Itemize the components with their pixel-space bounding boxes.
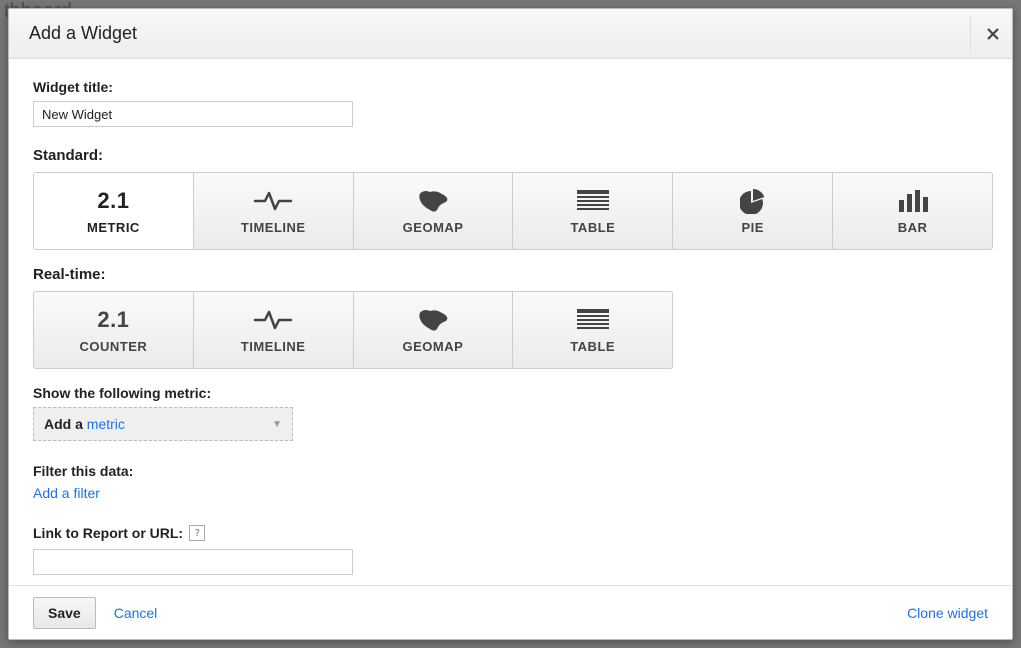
type-label: GEOMAP bbox=[403, 220, 464, 235]
close-icon bbox=[986, 27, 1000, 41]
widget-title-label: Widget title: bbox=[33, 79, 988, 95]
realtime-type-selector: 2.1 COUNTER TIMELINE GEOMAP TABLE bbox=[33, 291, 673, 369]
widget-title-input[interactable] bbox=[33, 101, 353, 127]
pie-icon bbox=[740, 188, 766, 214]
link-url-input[interactable] bbox=[33, 549, 353, 575]
add-metric-link-text: metric bbox=[87, 416, 125, 432]
modal-header: Add a Widget bbox=[9, 9, 1012, 59]
add-widget-modal: Add a Widget Widget title: Standard: 2.1… bbox=[8, 8, 1013, 640]
type-label: TABLE bbox=[570, 220, 615, 235]
standard-type-metric[interactable]: 2.1 METRIC bbox=[34, 173, 193, 249]
table-icon bbox=[577, 190, 609, 212]
standard-type-table[interactable]: TABLE bbox=[512, 173, 672, 249]
modal-body: Widget title: Standard: 2.1 METRIC TIMELIN… bbox=[9, 59, 1012, 585]
chevron-down-icon: ▼ bbox=[272, 419, 282, 430]
standard-label: Standard: bbox=[33, 147, 988, 164]
geomap-icon bbox=[416, 307, 450, 333]
close-button[interactable] bbox=[970, 16, 1006, 52]
realtime-type-counter[interactable]: 2.1 COUNTER bbox=[34, 292, 193, 368]
modal-title: Add a Widget bbox=[29, 23, 137, 44]
type-label: PIE bbox=[741, 220, 763, 235]
realtime-type-table[interactable]: TABLE bbox=[512, 292, 672, 368]
table-icon bbox=[577, 309, 609, 331]
metric-number-icon: 2.1 bbox=[97, 188, 129, 214]
standard-type-selector: 2.1 METRIC TIMELINE GEOMAP TABLE PIE BAR bbox=[33, 172, 993, 250]
realtime-type-timeline[interactable]: TIMELINE bbox=[193, 292, 353, 368]
timeline-icon bbox=[253, 189, 293, 213]
realtime-label: Real-time: bbox=[33, 266, 988, 283]
type-label: BAR bbox=[898, 220, 928, 235]
standard-type-timeline[interactable]: TIMELINE bbox=[193, 173, 353, 249]
type-label: TIMELINE bbox=[241, 220, 306, 235]
type-label: METRIC bbox=[87, 220, 140, 235]
realtime-type-geomap[interactable]: GEOMAP bbox=[353, 292, 513, 368]
type-label: TIMELINE bbox=[241, 339, 306, 354]
save-button[interactable]: Save bbox=[33, 597, 96, 629]
add-filter-button[interactable]: Add a filter bbox=[33, 485, 100, 501]
add-metric-prefix: Add a bbox=[44, 416, 87, 432]
type-label: GEOMAP bbox=[402, 339, 463, 354]
bar-icon bbox=[897, 190, 929, 212]
add-metric-dropdown[interactable]: Add a metric ▼ bbox=[33, 407, 293, 441]
metric-number-icon: 2.1 bbox=[97, 307, 129, 333]
type-label: TABLE bbox=[570, 339, 615, 354]
metric-section-label: Show the following metric: bbox=[33, 385, 988, 401]
filter-section-label: Filter this data: bbox=[33, 463, 988, 479]
standard-type-bar[interactable]: BAR bbox=[832, 173, 992, 249]
cancel-button[interactable]: Cancel bbox=[114, 605, 158, 621]
standard-type-geomap[interactable]: GEOMAP bbox=[353, 173, 513, 249]
geomap-icon bbox=[416, 188, 450, 214]
link-section-label: Link to Report or URL: bbox=[33, 525, 183, 541]
timeline-icon bbox=[253, 308, 293, 332]
modal-footer: Save Cancel Clone widget bbox=[9, 585, 1012, 639]
standard-type-pie[interactable]: PIE bbox=[672, 173, 832, 249]
type-label: COUNTER bbox=[79, 339, 147, 354]
help-icon[interactable]: ? bbox=[189, 525, 205, 541]
clone-widget-button[interactable]: Clone widget bbox=[907, 605, 988, 621]
